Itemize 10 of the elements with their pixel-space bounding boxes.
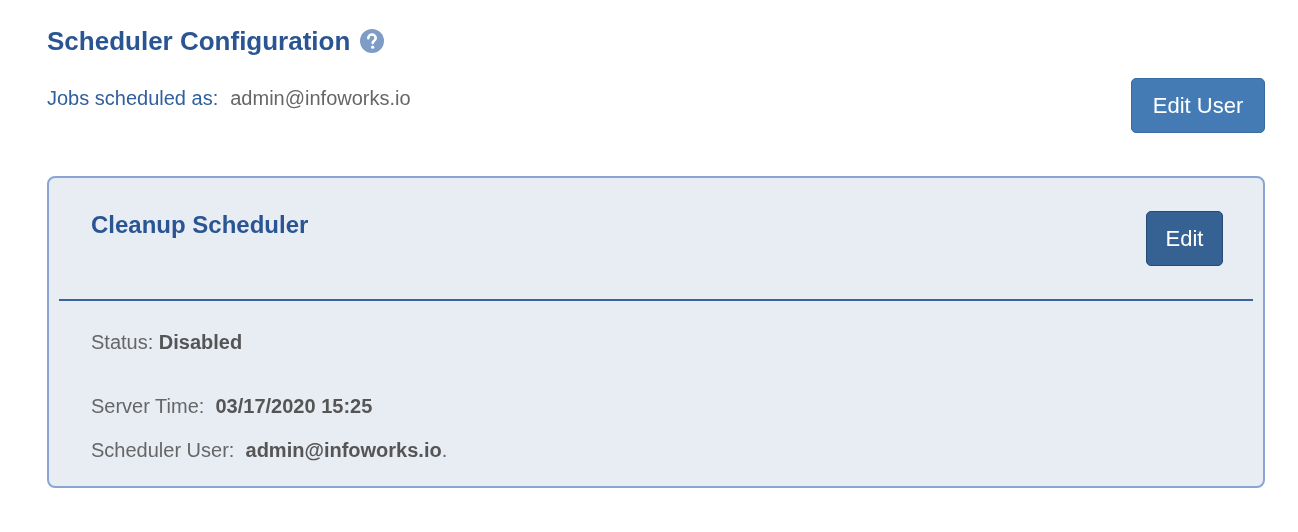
jobs-label: Jobs scheduled as: (47, 87, 219, 110)
page-title: Scheduler Configuration (47, 25, 351, 57)
detail-text: Scheduler User: admin@infoworks.io. (91, 439, 449, 463)
panel-title: Cleanup Scheduler (91, 211, 309, 240)
edit-user-button[interactable]: Edit User (1131, 78, 1265, 133)
detail-text: Status: Disabled (91, 331, 244, 355)
edit-button[interactable]: Edit (1146, 211, 1223, 266)
jobs-user: admin@infoworks.io (230, 87, 411, 110)
detail-text: Server Time: 03/17/2020 15:25 (91, 395, 374, 419)
help-icon[interactable] (360, 29, 385, 53)
